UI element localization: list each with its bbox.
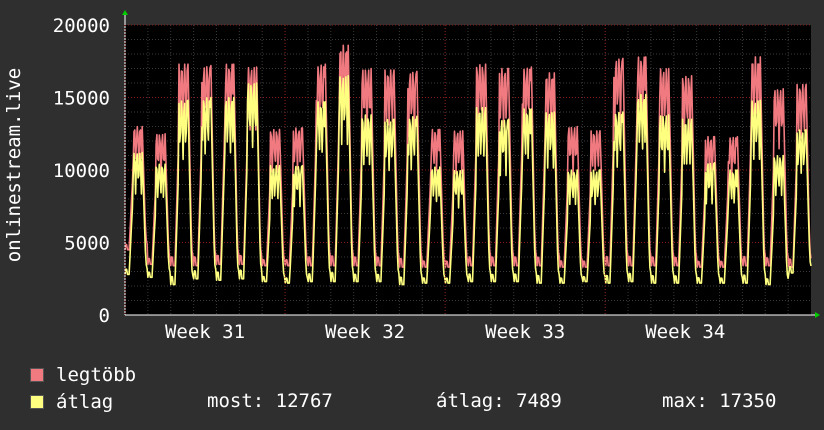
- stat-max-value: 17350: [719, 390, 777, 412]
- legend-item-legtobb: legtöbb: [30, 364, 136, 386]
- stat-avg: átlag: 7489: [436, 390, 562, 412]
- stat-avg-value: 7489: [516, 390, 562, 412]
- legend-swatch-atlag: [30, 395, 44, 409]
- legend-item-atlag: átlag: [30, 391, 113, 413]
- y-axis-arrow: [122, 10, 128, 15]
- x-tick-label: Week 34: [645, 321, 725, 343]
- x-tick-label: Week 33: [485, 321, 565, 343]
- y-tick-label: 0: [99, 305, 110, 327]
- y-tick-label: 15000: [53, 88, 110, 110]
- y-tick-label: 5000: [64, 233, 110, 255]
- chart: 0 5000 10000 15000 20000 Week 31 Week 32 Week 3…: [0, 0, 824, 430]
- stat-max: max: 17350: [662, 390, 776, 412]
- legend-label-atlag: átlag: [56, 391, 114, 413]
- stat-most-value: 12767: [275, 390, 333, 412]
- stat-avg-label: átlag:: [436, 390, 505, 412]
- x-tick-label: Week 31: [165, 321, 245, 343]
- legend-swatch-legtobb: [30, 368, 44, 382]
- stat-max-label: max:: [662, 390, 708, 412]
- y-tick-label: 10000: [53, 160, 110, 182]
- stat-most: most: 12767: [207, 390, 333, 412]
- x-axis-arrow: [815, 312, 820, 318]
- stat-most-label: most:: [207, 390, 265, 412]
- legend-label-legtobb: legtöbb: [56, 364, 137, 386]
- y-axis-label: onlinestream.live: [3, 67, 25, 263]
- x-tick-label: Week 32: [325, 321, 405, 343]
- y-tick-label: 20000: [53, 15, 110, 37]
